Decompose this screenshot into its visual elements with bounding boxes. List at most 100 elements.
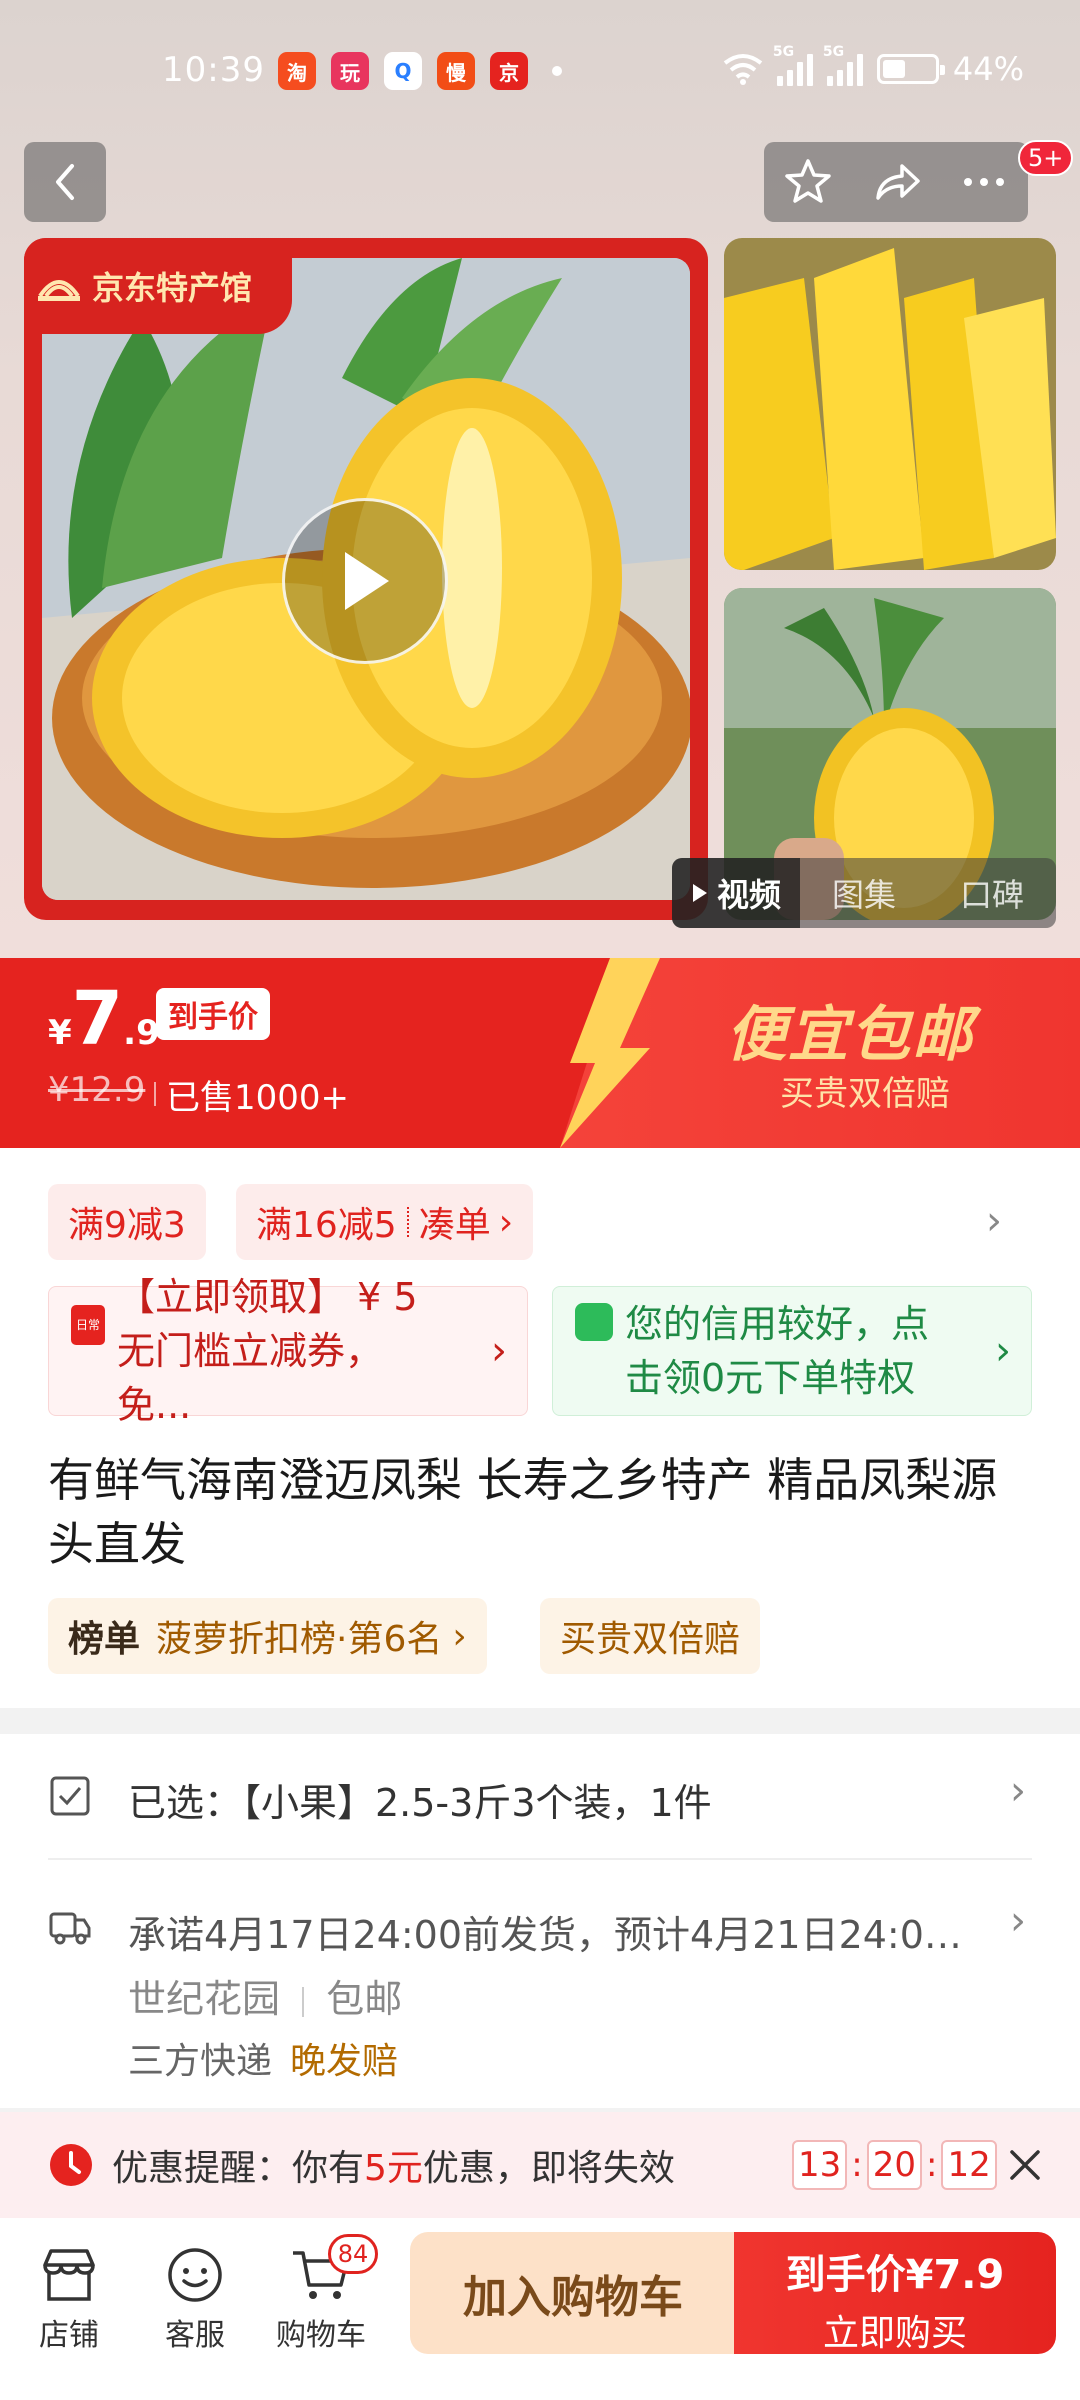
more-icon[interactable] xyxy=(958,156,1010,208)
store-icon xyxy=(43,2249,95,2301)
shop-button[interactable]: 店铺 xyxy=(14,2240,124,2354)
shop-label: 店铺 xyxy=(39,2318,99,2353)
play-video-button[interactable] xyxy=(282,498,448,664)
product-title: 有鲜气海南澄迈凤梨 长寿之乡特产 精品凤梨源头直发 xyxy=(48,1453,998,1571)
status-bar: 10:39 淘 玩 Q 慢 京 5G 5G 44% xyxy=(0,0,1080,140)
star-icon[interactable] xyxy=(782,156,834,208)
timer-seconds: 12 xyxy=(941,2140,997,2190)
ranking-chevron-icon: › xyxy=(452,1615,467,1657)
cart-label: 购物车 xyxy=(276,2318,366,2353)
alarm-clock-icon xyxy=(50,2144,92,2186)
reminder-amount: 5元 xyxy=(364,2148,423,2189)
shipping-promise[interactable]: 承诺4月17日24:00前发货，预计4月21日24:00前送达 xyxy=(128,1904,972,1959)
back-button[interactable] xyxy=(24,142,106,222)
shipping-chevron-icon[interactable]: › xyxy=(1010,1898,1026,1944)
currency-symbol: ¥ xyxy=(48,1013,72,1053)
promo-subtitle: 买贵双倍赔 xyxy=(780,1074,950,1114)
notification-dot xyxy=(552,66,562,76)
sold-count: 已售1000+ xyxy=(153,1070,349,1119)
promo-chip-2-action: 凑单 xyxy=(418,1205,491,1246)
status-app-icons: 淘 玩 Q 慢 京 xyxy=(278,52,528,90)
ship-location: 世纪花园 xyxy=(128,1977,281,2021)
late-compensation: 晚发赔 xyxy=(290,2041,399,2082)
checklist-icon xyxy=(50,1776,90,1816)
price-banner: ¥ 7 .9 到手价 ¥12.9 已售1000+ 便宜包邮 买贵双倍赔 xyxy=(0,958,1080,1148)
ranking-text: 菠萝折扣榜·第6名 xyxy=(156,1619,443,1660)
bottom-action-bar: 店铺 客服 84 购物车 加入购物车 到手价¥7.9 立即购买 xyxy=(0,2218,1080,2400)
play-small-icon xyxy=(692,884,707,902)
pineapple-slices-illustration xyxy=(724,238,1056,570)
selected-spec[interactable]: 已选：【小果】2.5-3斤3个装，1件 xyxy=(128,1772,712,1827)
play-icon xyxy=(345,552,389,610)
service-button[interactable]: 客服 xyxy=(140,2240,250,2354)
tab-video[interactable]: 视频 xyxy=(672,858,800,928)
delivery-truck-icon xyxy=(49,1912,91,1945)
signal-icon-2: 5G xyxy=(823,44,863,86)
battery-level: 44% xyxy=(952,50,1024,88)
buy-now-price: 到手价¥7.9 xyxy=(785,2252,1005,2298)
final-price: ¥ 7 .9 xyxy=(48,982,160,1056)
ship-location-row: 世纪花园 包邮 xyxy=(128,1968,402,2023)
buy-now-button[interactable]: 到手价¥7.9 立即购买 xyxy=(734,2232,1056,2354)
selection-card: 已选：【小果】2.5-3斤3个装，1件 › 承诺4月17日24:00前发货，预计… xyxy=(0,1734,1080,2108)
promo-title: 便宜包邮 xyxy=(726,1000,974,1070)
timer-hours: 13 xyxy=(792,2140,848,2190)
promo-chip-2-label: 满16减5 xyxy=(256,1205,397,1246)
man-app-icon: 慢 xyxy=(437,52,475,90)
cart-button[interactable]: 84 购物车 xyxy=(266,2234,378,2354)
media-tabs: 视频 图集 口碑 xyxy=(672,858,1056,928)
tab-gallery[interactable]: 图集 xyxy=(800,870,928,916)
thumbnail-image-1[interactable] xyxy=(724,238,1056,570)
spec-chevron-icon[interactable]: › xyxy=(1010,1768,1026,1814)
coupon-chevron-icon: › xyxy=(491,1328,507,1374)
price-decimal: .9 xyxy=(123,1013,160,1053)
shopping-bag-icon xyxy=(575,1303,613,1341)
tab-video-label: 视频 xyxy=(716,876,781,914)
postage: 包邮 xyxy=(326,1977,403,2021)
shop-tag: 京东特产馆 xyxy=(24,238,293,334)
promo-chip-2[interactable]: 满16减5 凑单 › xyxy=(236,1184,534,1260)
price-integer: 7 xyxy=(71,976,124,1062)
service-label: 客服 xyxy=(165,2318,225,2353)
credit-card-offer[interactable]: 您的信用较好，点击领0元下单特权 › xyxy=(552,1286,1032,1416)
cart-count-badge: 84 xyxy=(328,2234,378,2274)
coupon-card[interactable]: 日常 【立即领取】 ¥ 5 无门槛立减券，免... › xyxy=(48,1275,528,1427)
credit-offer-chevron-icon: › xyxy=(995,1328,1011,1374)
status-time: 10:39 xyxy=(162,50,265,90)
search-app-icon: Q xyxy=(384,52,422,90)
promo-chip-1[interactable]: 满9减3 xyxy=(48,1184,206,1260)
reminder-text: 优惠提醒：你有5元优惠，即将失效 xyxy=(112,2139,675,2191)
ranking-badge[interactable]: 榜单 菠萝折扣榜·第6名 › xyxy=(48,1598,487,1674)
battery-icon xyxy=(876,54,945,84)
signal-icon-1: 5G xyxy=(773,44,813,86)
timer-minutes: 20 xyxy=(866,2140,922,2190)
coupon-icon: 日常 xyxy=(71,1305,105,1345)
product-info-card: 满9减3 满16减5 凑单 › › 日常 【立即领取】 ¥ 5 无门槛立减券，免… xyxy=(0,1148,1080,1708)
wifi-icon xyxy=(723,54,763,85)
guarantee-badge[interactable]: 买贵双倍赔 xyxy=(540,1598,761,1674)
chevron-right-icon: › xyxy=(498,1201,514,1243)
product-gallery: 10:39 淘 玩 Q 慢 京 5G 5G 44% 5+ 京东特产馆 视频 图集… xyxy=(0,0,1080,960)
credit-offer-text: 您的信用较好，点击领0元下单特权 xyxy=(625,1302,930,1400)
reminder-prefix: 优惠提醒：你有 xyxy=(112,2148,365,2189)
original-price: ¥12.9 xyxy=(48,1070,146,1110)
buy-now-label: 立即购买 xyxy=(822,2313,967,2354)
jd-app-icon: 京 xyxy=(490,52,528,90)
add-to-cart-button[interactable]: 加入购物车 xyxy=(410,2232,736,2354)
customer-service-icon xyxy=(168,2248,222,2302)
top-actions xyxy=(764,142,1028,222)
reminder-suffix: 优惠，即将失效 xyxy=(422,2148,675,2189)
courier-row: 三方快递 晚发赔 xyxy=(128,2032,398,2084)
shop-name: 京东特产馆 xyxy=(92,269,253,307)
tab-reviews[interactable]: 口碑 xyxy=(928,870,1056,916)
divider xyxy=(48,1858,1032,1860)
main-product-image[interactable]: 京东特产馆 xyxy=(24,238,708,920)
promos-more-chevron-icon[interactable]: › xyxy=(986,1198,1002,1244)
promo-chip-1-label: 满9减3 xyxy=(68,1205,186,1246)
close-icon[interactable] xyxy=(1006,2146,1044,2184)
coupon-text: 【立即领取】 ¥ 5 无门槛立减券，免... xyxy=(117,1275,418,1427)
countdown-timer: 13 : 20 : 12 xyxy=(792,2140,997,2190)
taobao-icon: 淘 xyxy=(278,52,316,90)
status-right: 5G 5G 44% xyxy=(723,44,1024,88)
share-icon[interactable] xyxy=(870,156,922,208)
